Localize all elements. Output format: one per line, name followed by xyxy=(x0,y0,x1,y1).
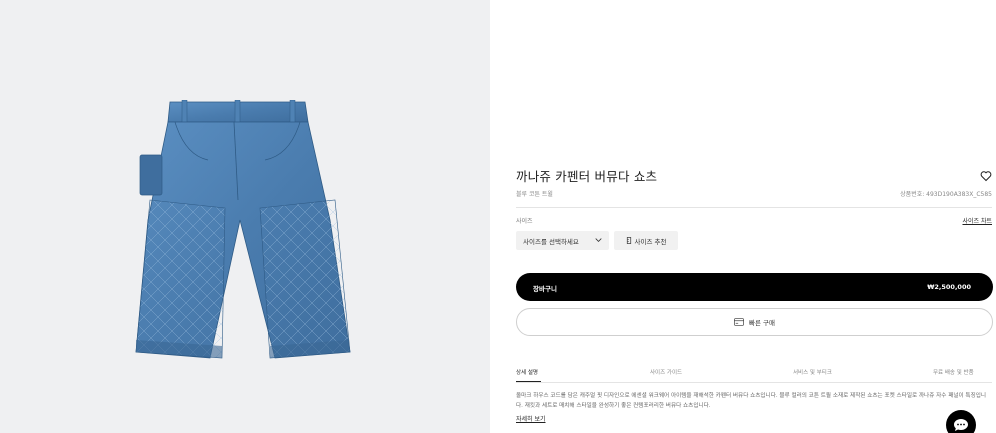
tab-shipping-returns[interactable]: 무료 배송 및 반품 xyxy=(933,368,974,376)
tab-size-guide[interactable]: 사이즈 가이드 xyxy=(650,368,682,376)
chevron-down-icon xyxy=(595,238,602,242)
tab-services[interactable]: 서비스 및 부티크 xyxy=(793,368,832,376)
size-recommend-label: 사이즈 추천 xyxy=(634,237,667,246)
read-more-link[interactable]: 자세히 보기 xyxy=(516,414,546,423)
size-recommend-button[interactable]: 사이즈 추천 xyxy=(614,231,678,250)
product-reference: 상품번호: 493D190A383X_C585 xyxy=(900,191,992,198)
size-select[interactable]: 사이즈를 선택하세요 xyxy=(516,231,609,250)
product-material: 블루 코튼 트윌 xyxy=(516,191,553,198)
size-chart-link[interactable]: 사이즈 차트 xyxy=(962,216,992,225)
add-to-cart-button[interactable]: 장바구니 ₩2,500,000 xyxy=(516,273,993,301)
cart-label: 장바구니 xyxy=(533,285,557,293)
product-image-panel xyxy=(0,0,490,433)
price: ₩2,500,000 xyxy=(927,283,971,291)
product-description: 올마크 하우스 코드를 담은 캐주얼 핏 디자인으로 에센셜 워크웨어 아이템을… xyxy=(516,393,987,409)
product-info-panel: 까나쥬 카펜터 버뮤다 쇼츠 블루 코튼 트윌 상품번호: 493D190A38… xyxy=(490,0,996,433)
card-icon xyxy=(734,318,744,326)
size-label: 사이즈 xyxy=(516,218,533,225)
chat-button[interactable] xyxy=(946,410,976,433)
tabs-divider xyxy=(516,382,992,383)
size-select-label: 사이즈를 선택하세요 xyxy=(523,237,579,246)
product-title: 까나쥬 카펜터 버뮤다 쇼츠 xyxy=(516,169,658,184)
product-image-shorts[interactable] xyxy=(130,100,355,370)
chat-icon xyxy=(954,419,968,431)
quick-buy-button[interactable]: 빠른 구매 xyxy=(516,308,993,336)
quick-buy-label: 빠른 구매 xyxy=(749,319,775,327)
active-tab-indicator xyxy=(516,381,541,382)
ruler-icon xyxy=(626,237,631,244)
divider xyxy=(516,207,992,208)
heart-icon[interactable] xyxy=(980,170,992,182)
tab-details[interactable]: 상세 설명 xyxy=(516,368,538,376)
